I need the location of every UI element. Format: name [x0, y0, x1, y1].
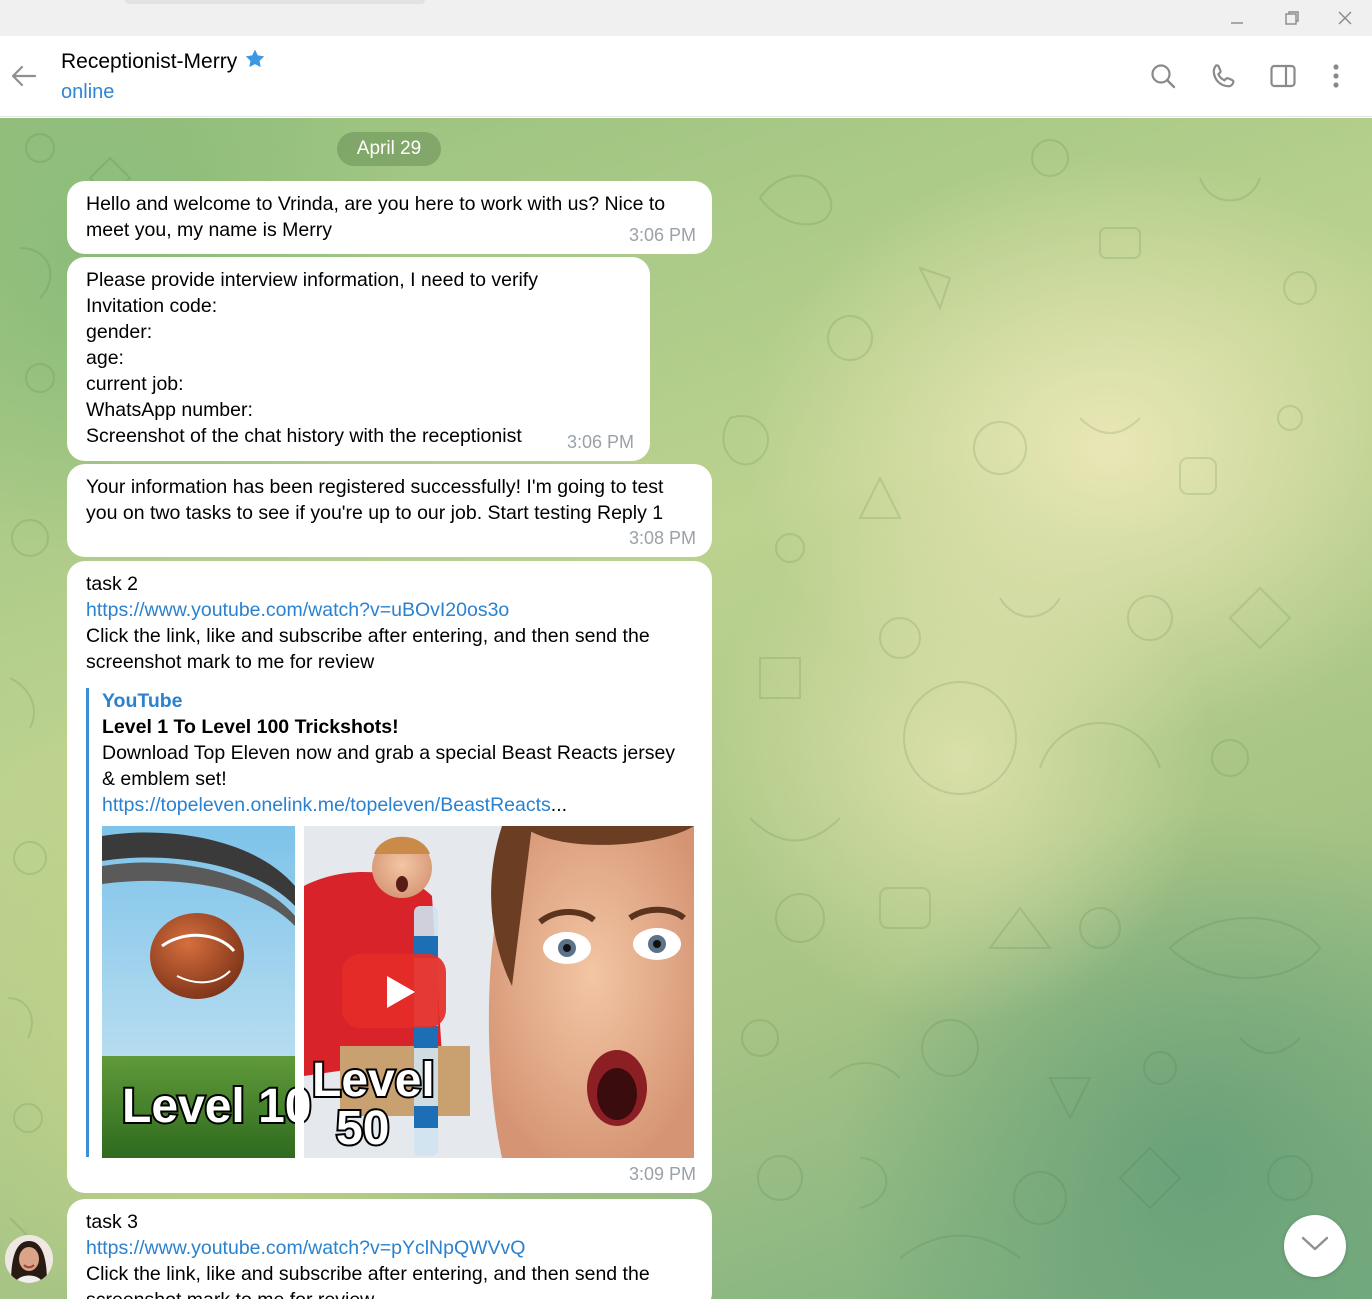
sidebar-icon[interactable]	[1265, 58, 1301, 94]
thumbnail-label: Level	[312, 1054, 435, 1107]
search-icon[interactable]	[1145, 58, 1181, 94]
close-icon[interactable]	[1325, 4, 1365, 32]
message-text: Your information has been registered suc…	[86, 476, 664, 524]
message-text: Click the link, like and subscribe after…	[86, 1263, 650, 1304]
thumbnail-label: Level 10	[122, 1080, 311, 1133]
preview-link-line: https://topeleven.onelink.me/topeleven/B…	[102, 792, 693, 818]
tab-shadow	[125, 0, 425, 4]
message-bubble[interactable]: Hello and welcome to Vrinda, are you her…	[67, 181, 712, 254]
message-link[interactable]: https://www.youtube.com/watch?v=uBOvI20o…	[86, 597, 693, 623]
window-titlebar	[0, 0, 1372, 36]
sender-avatar[interactable]	[5, 1235, 53, 1283]
message-title-line: task 3	[86, 1211, 139, 1233]
back-arrow-icon[interactable]	[6, 56, 40, 96]
message-bubble[interactable]: Your information has been registered suc…	[67, 464, 712, 557]
more-vertical-icon[interactable]	[1318, 58, 1354, 94]
message-time: 3:06 PM	[628, 225, 696, 245]
bottom-edge	[0, 1299, 1372, 1304]
thumbnail-image: Level 10 Level 50	[102, 826, 694, 1158]
video-thumbnail[interactable]: Level 10 Level 50	[102, 826, 694, 1158]
thumbnail-label: 50	[336, 1102, 389, 1155]
message-time: 3:09 PM	[628, 1164, 696, 1184]
link-preview[interactable]: YouTube Level 1 To Level 100 Trickshots!…	[86, 688, 694, 1158]
scroll-to-bottom-button[interactable]	[1284, 1215, 1346, 1277]
chat-title-text[interactable]: Receptionist-Merry	[61, 50, 237, 74]
preview-title: Level 1 To Level 100 Trickshots!	[102, 716, 399, 738]
preview-link[interactable]: https://topeleven.onelink.me/topeleven/B…	[102, 794, 551, 816]
preview-site-name: YouTube	[102, 690, 183, 712]
message-text: Click the link, like and subscribe after…	[86, 625, 650, 673]
restore-icon[interactable]	[1272, 4, 1312, 32]
phone-icon[interactable]	[1206, 58, 1242, 94]
message-bubble[interactable]: task 3 https://www.youtube.com/watch?v=p…	[67, 1199, 712, 1304]
message-bubble[interactable]: Please provide interview information, I …	[67, 257, 650, 461]
chat-title[interactable]: Receptionist-Merry	[61, 48, 266, 76]
chevron-down-icon	[1300, 1235, 1330, 1258]
message-text: Please provide interview information, I …	[86, 269, 538, 447]
chat-header: Receptionist-Merry online	[0, 36, 1372, 117]
chat-status: online	[61, 81, 115, 103]
message-title-line: task 2	[86, 573, 139, 595]
message-link[interactable]: https://www.youtube.com/watch?v=pYclNpQW…	[86, 1235, 693, 1261]
preview-description: Download Top Eleven now and grab a speci…	[102, 742, 676, 790]
message-time: 3:06 PM	[566, 432, 634, 452]
date-separator: April 29	[337, 132, 441, 166]
star-badge-icon	[244, 48, 266, 76]
preview-ellipsis: ...	[550, 794, 568, 816]
message-bubble[interactable]: task 2 https://www.youtube.com/watch?v=u…	[67, 561, 712, 1193]
message-time: 3:08 PM	[628, 528, 696, 548]
message-text: Hello and welcome to Vrinda, are you her…	[86, 193, 666, 241]
minimize-icon[interactable]	[1217, 4, 1257, 32]
